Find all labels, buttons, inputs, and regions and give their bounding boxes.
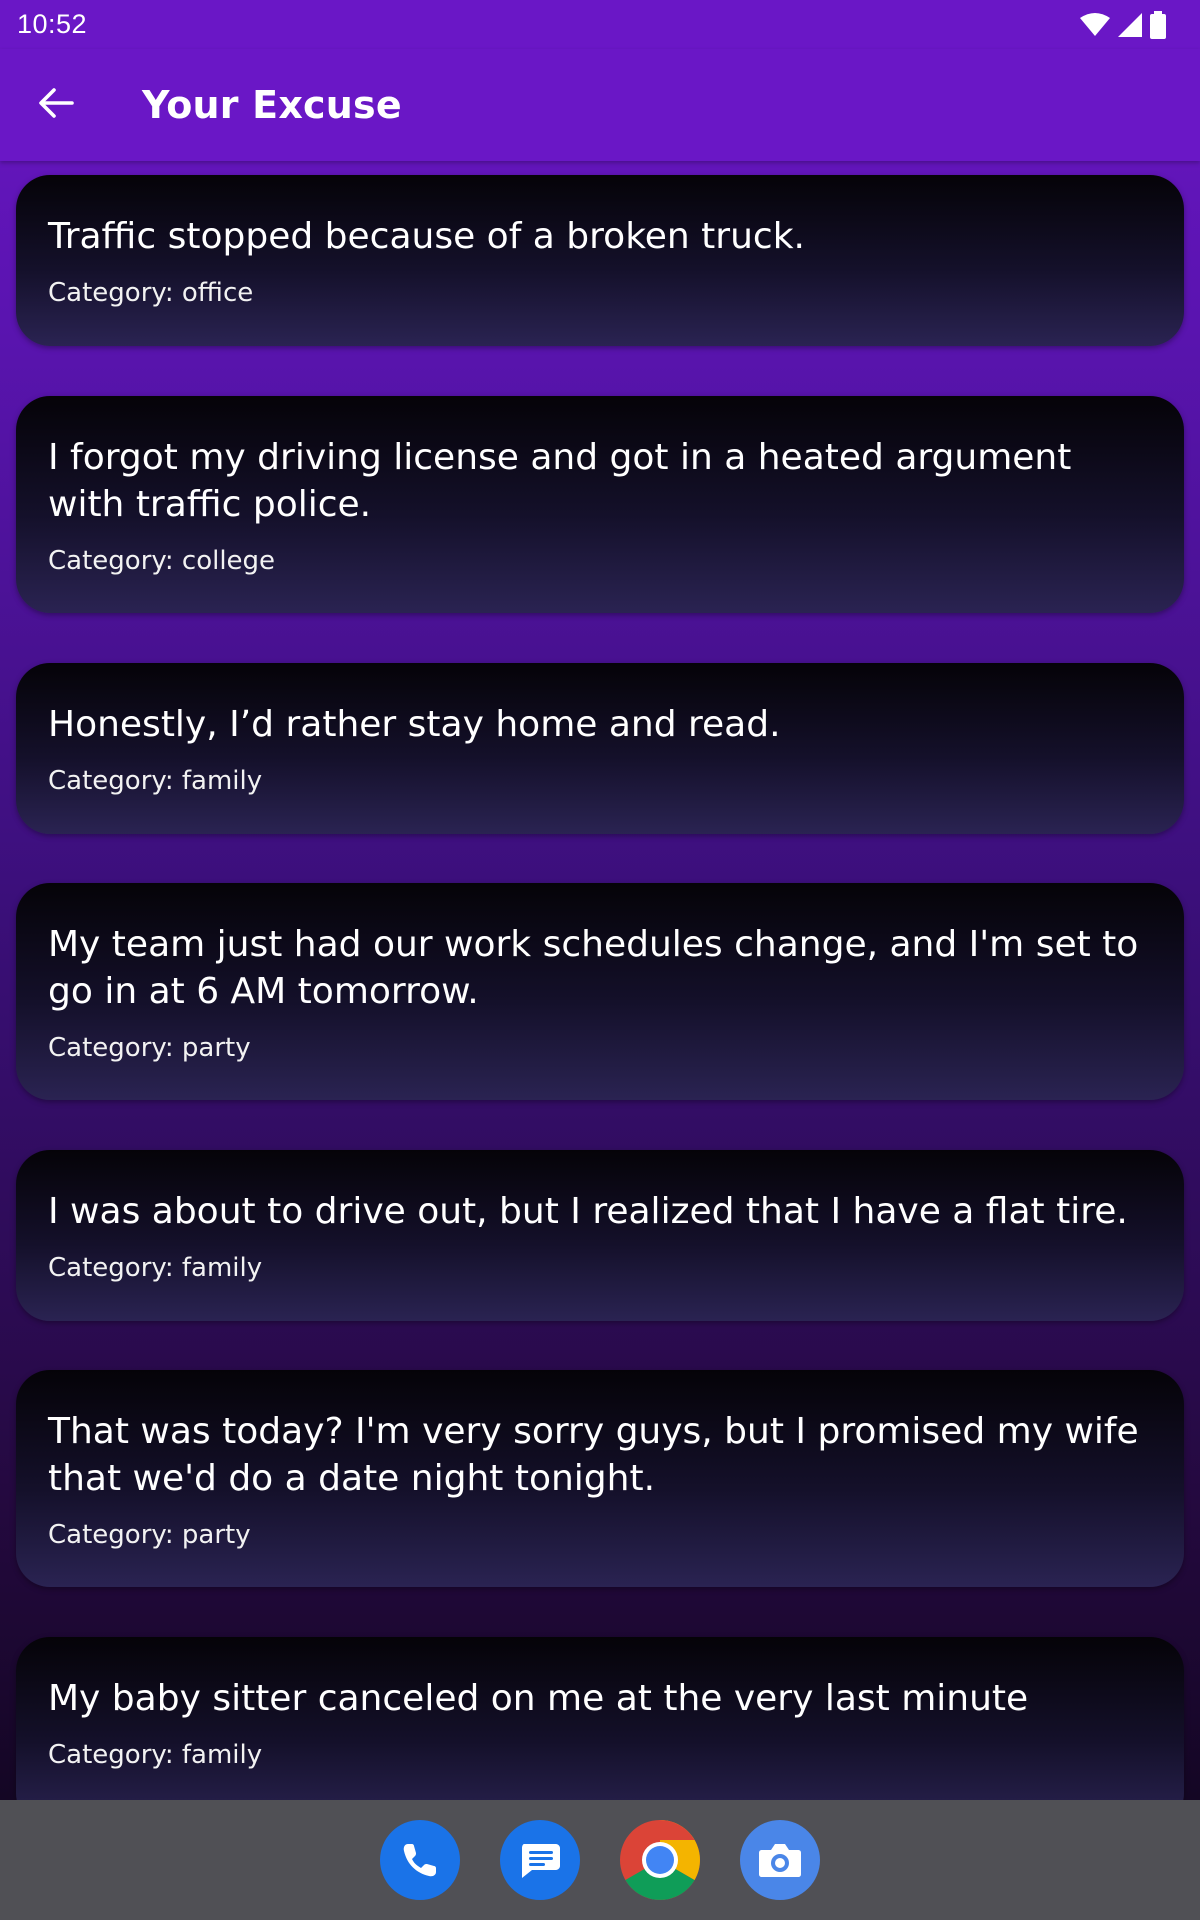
excuse-category: Category: party bbox=[48, 1520, 251, 1550]
status-time: 10:52 bbox=[17, 9, 88, 39]
excuse-card[interactable]: I was about to drive out, but I realized… bbox=[16, 1150, 1184, 1321]
arrow-back-icon bbox=[38, 87, 74, 124]
wifi-icon bbox=[1080, 12, 1110, 37]
excuse-card[interactable]: I forgot my driving license and got in a… bbox=[16, 396, 1184, 613]
excuse-text: I forgot my driving license and got in a… bbox=[48, 437, 1072, 525]
excuse-text: I was about to drive out, but I realized… bbox=[48, 1191, 1128, 1232]
excuse-text: That was today? I'm very sorry guys, but… bbox=[48, 1411, 1139, 1499]
excuse-list[interactable]: Traffic stopped because of a broken truc… bbox=[0, 161, 1200, 1800]
chrome-icon[interactable] bbox=[620, 1820, 700, 1900]
excuse-category: Category: party bbox=[48, 1033, 251, 1063]
battery-icon bbox=[1150, 10, 1166, 39]
excuse-category: Category: college bbox=[48, 546, 276, 576]
camera-icon[interactable] bbox=[740, 1820, 820, 1900]
cell-signal-icon bbox=[1118, 12, 1142, 37]
excuse-text: My team just had our work schedules chan… bbox=[48, 924, 1139, 1012]
nav-bar bbox=[0, 1800, 1200, 1920]
back-button[interactable] bbox=[26, 75, 86, 135]
excuse-category: Category: family bbox=[48, 1253, 263, 1283]
excuse-text: My baby sitter canceled on me at the ver… bbox=[48, 1678, 1029, 1719]
excuse-category: Category: family bbox=[48, 1740, 263, 1770]
excuse-card[interactable]: My team just had our work schedules chan… bbox=[16, 883, 1184, 1100]
screen: 10:52 Your Excuse Traffic stopped becaus… bbox=[0, 0, 1200, 1920]
status-bar: 10:52 bbox=[0, 0, 1200, 49]
page-title: Your Excuse bbox=[142, 83, 402, 127]
excuse-card[interactable]: That was today? I'm very sorry guys, but… bbox=[16, 1370, 1184, 1587]
excuse-card[interactable]: Honestly, I’d rather stay home and read.… bbox=[16, 663, 1184, 834]
excuse-category: Category: family bbox=[48, 766, 263, 796]
excuse-card[interactable]: My baby sitter canceled on me at the ver… bbox=[16, 1637, 1184, 1800]
excuse-category: Category: office bbox=[48, 278, 254, 308]
phone-icon[interactable] bbox=[380, 1820, 460, 1900]
excuse-text: Honestly, I’d rather stay home and read. bbox=[48, 704, 781, 745]
app-bar: Your Excuse bbox=[0, 49, 1200, 161]
excuse-text: Traffic stopped because of a broken truc… bbox=[48, 216, 805, 257]
status-icons bbox=[1080, 10, 1166, 39]
messages-icon[interactable] bbox=[500, 1820, 580, 1900]
excuse-card[interactable]: Traffic stopped because of a broken truc… bbox=[16, 175, 1184, 346]
